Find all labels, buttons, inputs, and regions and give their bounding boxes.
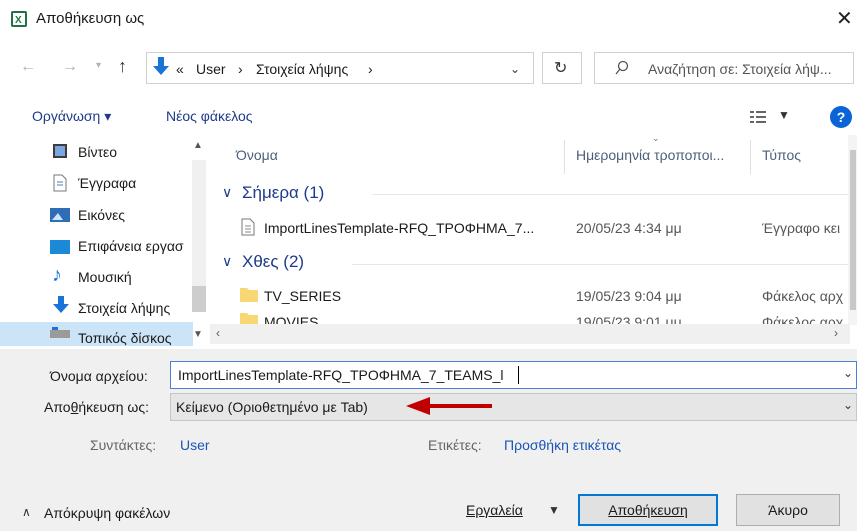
hide-folders-button[interactable]: Απόκρυψη φακέλων [44, 505, 170, 521]
red-arrow-annotation-icon [406, 394, 496, 418]
breadcrumb-separator[interactable]: › [368, 61, 373, 77]
nav-item-downloads[interactable]: Στοιχεία λήψης [78, 300, 170, 316]
cancel-button[interactable]: Άκυρο [736, 494, 840, 526]
folder-name[interactable]: TV_SERIES [264, 288, 341, 304]
savetype-selected-value[interactable]: Κείμενο (Οριοθετημένο με Tab) [176, 399, 368, 415]
column-divider[interactable] [750, 140, 751, 174]
desktop-icon [50, 240, 70, 254]
local-disk-icon [50, 327, 70, 341]
content-scrollbar-thumb[interactable] [850, 150, 856, 310]
tags-add-link[interactable]: Προσθήκη ετικέτας [504, 437, 621, 453]
horizontal-scrollbar[interactable] [210, 324, 850, 344]
music-icon: ♪ [52, 264, 62, 286]
folder-type: Φάκελος αρχ [762, 288, 844, 304]
back-arrow-icon[interactable]: ← [20, 58, 36, 76]
new-folder-button[interactable]: Νέος φάκελος [166, 108, 253, 124]
tools-label: Εργαλεία [466, 502, 523, 518]
nav-item-music[interactable]: Μουσική [78, 269, 132, 285]
savetype-label-part: Απο [44, 399, 71, 415]
nav-item-documents[interactable]: Έγγραφα [78, 175, 136, 191]
column-header-date[interactable]: Ημερομηνία τροποποι... [576, 147, 724, 163]
file-name[interactable]: ImportLinesTemplate-RFQ_ΤΡΟΦΗΜΑ_7... [264, 220, 534, 236]
folder-icon [240, 286, 258, 302]
nav-item-pictures[interactable]: Εικόνες [78, 207, 125, 223]
filename-label: Όνομα αρχείου: [50, 368, 148, 384]
address-dropdown-icon[interactable]: ⌄ [510, 62, 520, 76]
pictures-icon [50, 208, 70, 222]
tags-label: Ετικέτες: [428, 437, 482, 453]
refresh-icon: ↻ [554, 60, 568, 77]
save-label: Αποθήκευση [608, 502, 688, 518]
save-button[interactable]: Αποθήκευση [578, 494, 718, 526]
group-divider [372, 194, 852, 195]
help-icon[interactable]: ? [830, 106, 852, 128]
savetype-label-part: ήκευση ως: [78, 399, 149, 415]
folder-date: 19/05/23 9:04 μμ [576, 288, 682, 304]
file-type: Έγγραφο κει [762, 220, 841, 236]
search-icon [614, 60, 630, 76]
up-arrow-icon[interactable]: ↑ [118, 56, 127, 77]
nav-scroll-down-icon[interactable]: ▼ [193, 329, 203, 340]
recent-dropdown-icon[interactable]: ▾ [96, 60, 101, 71]
sort-chevron-icon: ⌄ [652, 133, 660, 143]
breadcrumb-overflow[interactable]: « [176, 61, 184, 77]
close-button[interactable]: ✕ [836, 6, 853, 31]
nav-scroll-up-icon[interactable]: ▲ [193, 140, 203, 151]
group-header-yesterday[interactable]: Χθες (2) [242, 252, 304, 272]
tools-dropdown-icon[interactable]: ▼ [548, 503, 560, 517]
column-header-name[interactable]: Όνομα [236, 147, 278, 163]
filename-dropdown-icon[interactable]: ⌄ [843, 366, 853, 380]
group-collapse-icon[interactable]: ∨ [222, 253, 232, 270]
nav-item-videos[interactable]: Βίντεο [78, 144, 117, 160]
group-header-today[interactable]: Σήμερα (1) [242, 183, 324, 203]
folder-icon [240, 311, 258, 324]
folder-date: 19/05/23 9:01 μμ [576, 314, 682, 324]
view-dropdown-icon[interactable]: ▼ [778, 108, 790, 122]
group-collapse-icon[interactable]: ∨ [222, 184, 232, 201]
breadcrumb-downloads[interactable]: Στοιχεία λήψης [256, 61, 348, 77]
window-title: Αποθήκευση ως [36, 10, 145, 27]
breadcrumb-separator[interactable]: › [238, 61, 243, 77]
nav-item-desktop[interactable]: Επιφάνεια εργασ [78, 238, 184, 254]
scroll-left-icon[interactable]: ‹ [216, 326, 220, 340]
tools-menu[interactable]: Εργαλεία [466, 502, 523, 518]
excel-app-icon: X [10, 10, 28, 28]
view-options-icon[interactable] [750, 110, 768, 124]
folder-type: Φάκελος αρχ [762, 314, 844, 324]
text-cursor [518, 366, 519, 384]
organize-menu[interactable]: Οργάνωση ▾ [32, 108, 111, 125]
file-date: 20/05/23 4:34 μμ [576, 220, 682, 236]
documents-icon [52, 174, 68, 192]
authors-value[interactable]: User [180, 437, 210, 453]
svg-text:X: X [15, 15, 22, 26]
group-divider [352, 264, 852, 265]
nav-scrollbar-thumb[interactable] [192, 286, 206, 312]
column-divider[interactable] [564, 140, 565, 174]
download-folder-icon [152, 57, 170, 77]
search-input[interactable]: Αναζήτηση σε: Στοιχεία λήψ... [648, 61, 832, 77]
authors-label: Συντάκτες: [90, 437, 157, 453]
breadcrumb-user[interactable]: User [196, 61, 226, 77]
column-header-type[interactable]: Τύπος [762, 147, 801, 163]
forward-arrow-icon[interactable]: → [62, 58, 78, 76]
filename-input-value[interactable]: ImportLinesTemplate-RFQ_ΤΡΟΦΗΜΑ_7_TEAMS_… [178, 367, 504, 383]
folder-name[interactable]: MOVIES [264, 314, 318, 324]
text-file-icon [240, 218, 256, 236]
savetype-label: Αποθήκευση ως: [44, 399, 149, 415]
videos-icon [52, 143, 68, 159]
hide-folders-chevron-icon[interactable]: ∧ [22, 505, 31, 519]
savetype-dropdown-icon[interactable]: ⌄ [843, 398, 853, 412]
downloads-icon [52, 296, 70, 314]
nav-item-local-disk[interactable]: Τοπικός δίσκος [78, 330, 172, 346]
scroll-right-icon[interactable]: › [834, 326, 838, 340]
list-clip: MOVIES 19/05/23 9:01 μμ Φάκελος αρχ [210, 308, 850, 324]
